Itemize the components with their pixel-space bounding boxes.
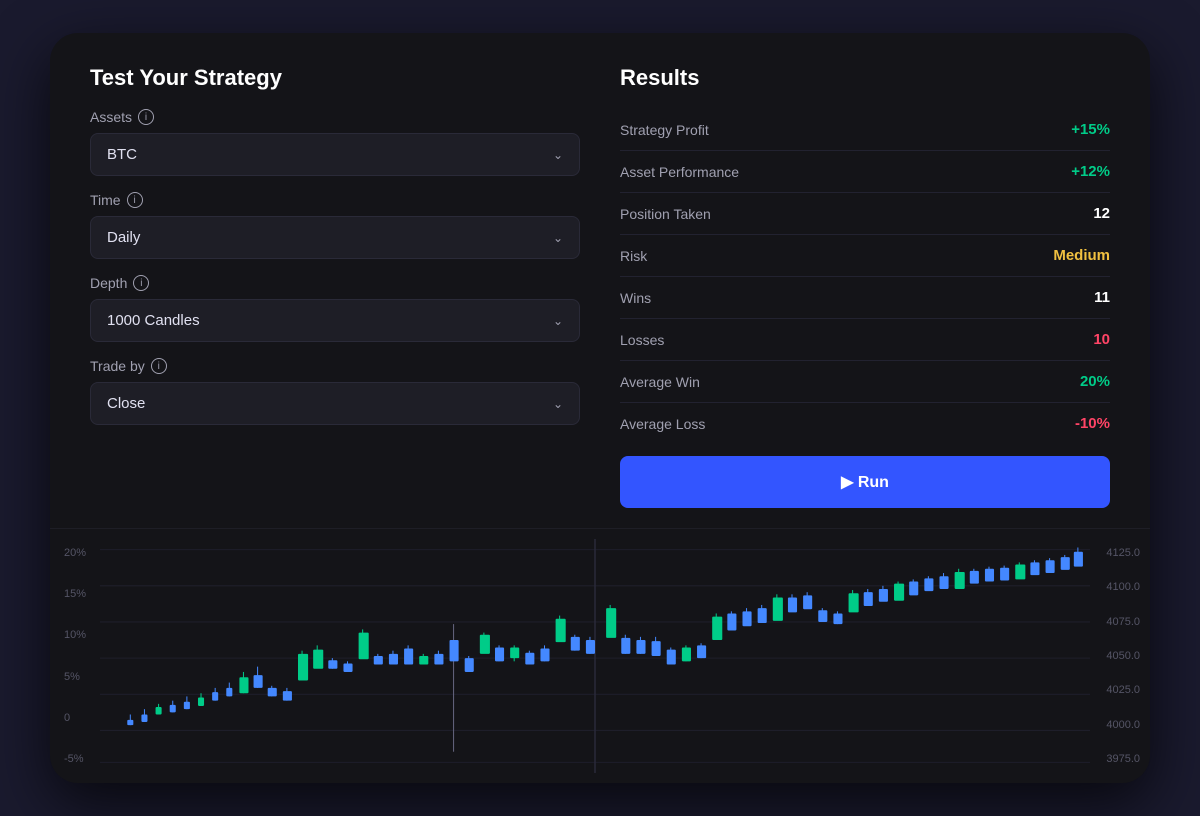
- main-content: Test Your Strategy Assets i BTC ⌄ Time: [50, 33, 1150, 783]
- result-row-risk: Risk Medium: [620, 235, 1110, 277]
- assets-dropdown-arrow: ⌄: [553, 148, 563, 162]
- y-label-20: 20%: [64, 547, 86, 559]
- average-loss-value: -10%: [1075, 415, 1110, 432]
- y-label-4100: 4100.0: [1106, 581, 1140, 593]
- time-field-group: Time i Daily ⌄: [90, 192, 580, 259]
- run-button[interactable]: ▶ Run: [620, 456, 1110, 508]
- chart-section: 20% 15% 10% 5% 0 -5% 4125.0 4100.0 4075.…: [50, 528, 1150, 783]
- depth-label: Depth i: [90, 275, 580, 291]
- result-row-strategy-profit: Strategy Profit +15%: [620, 109, 1110, 151]
- y-axis-right: 4125.0 4100.0 4075.0 4050.0 4025.0 4000.…: [1106, 539, 1140, 773]
- y-label-15: 15%: [64, 588, 86, 600]
- chart-svg: [100, 539, 1090, 773]
- right-panel: Results Strategy Profit +15% Asset Perfo…: [620, 65, 1110, 508]
- result-row-position-taken: Position Taken 12: [620, 193, 1110, 235]
- top-section: Test Your Strategy Assets i BTC ⌄ Time: [50, 33, 1150, 528]
- risk-value: Medium: [1053, 247, 1110, 264]
- time-dropdown-arrow: ⌄: [553, 231, 563, 245]
- assets-label: Assets i: [90, 109, 580, 125]
- wins-value: 11: [1094, 289, 1110, 306]
- y-label-neg5: -5%: [64, 753, 86, 765]
- time-dropdown[interactable]: Daily ⌄: [90, 216, 580, 259]
- time-info-icon[interactable]: i: [127, 192, 143, 208]
- y-label-4075: 4075.0: [1106, 616, 1140, 628]
- losses-label: Losses: [620, 332, 664, 348]
- time-label: Time i: [90, 192, 580, 208]
- tradeby-info-icon[interactable]: i: [151, 358, 167, 374]
- wins-label: Wins: [620, 290, 651, 306]
- chart-container: 20% 15% 10% 5% 0 -5% 4125.0 4100.0 4075.…: [50, 539, 1150, 773]
- y-label-4025: 4025.0: [1106, 684, 1140, 696]
- tradeby-dropdown[interactable]: Close ⌄: [90, 382, 580, 425]
- result-row-asset-performance: Asset Performance +12%: [620, 151, 1110, 193]
- strategy-profit-label: Strategy Profit: [620, 122, 709, 138]
- tradeby-label: Trade by i: [90, 358, 580, 374]
- risk-label: Risk: [620, 248, 647, 264]
- result-row-average-loss: Average Loss -10%: [620, 403, 1110, 444]
- assets-value: BTC: [107, 146, 137, 163]
- assets-dropdown[interactable]: BTC ⌄: [90, 133, 580, 176]
- y-label-10: 10%: [64, 629, 86, 641]
- candle-group: [127, 548, 1083, 752]
- result-row-wins: Wins 11: [620, 277, 1110, 319]
- strategy-profit-value: +15%: [1071, 121, 1110, 138]
- results-title: Results: [620, 65, 1110, 91]
- y-label-4125: 4125.0: [1106, 547, 1140, 559]
- device-frame: Test Your Strategy Assets i BTC ⌄ Time: [50, 33, 1150, 783]
- losses-value: 10: [1093, 331, 1110, 348]
- position-taken-value: 12: [1093, 205, 1110, 222]
- tradeby-dropdown-arrow: ⌄: [553, 397, 563, 411]
- y-axis-left: 20% 15% 10% 5% 0 -5%: [64, 539, 86, 773]
- result-row-average-win: Average Win 20%: [620, 361, 1110, 403]
- asset-performance-value: +12%: [1071, 163, 1110, 180]
- depth-info-icon[interactable]: i: [133, 275, 149, 291]
- depth-dropdown-arrow: ⌄: [553, 314, 563, 328]
- y-label-3975: 3975.0: [1106, 753, 1140, 765]
- y-label-4050: 4050.0: [1106, 650, 1140, 662]
- result-row-losses: Losses 10: [620, 319, 1110, 361]
- left-panel: Test Your Strategy Assets i BTC ⌄ Time: [90, 65, 580, 508]
- assets-info-icon[interactable]: i: [138, 109, 154, 125]
- y-label-4000: 4000.0: [1106, 719, 1140, 731]
- depth-value: 1000 Candles: [107, 312, 200, 329]
- chart-area: [100, 539, 1090, 773]
- y-label-5: 5%: [64, 671, 86, 683]
- time-value: Daily: [107, 229, 140, 246]
- average-loss-label: Average Loss: [620, 416, 705, 432]
- left-panel-title: Test Your Strategy: [90, 65, 580, 91]
- tradeby-field-group: Trade by i Close ⌄: [90, 358, 580, 425]
- y-label-0: 0: [64, 712, 86, 724]
- average-win-label: Average Win: [620, 374, 700, 390]
- depth-dropdown[interactable]: 1000 Candles ⌄: [90, 299, 580, 342]
- position-taken-label: Position Taken: [620, 206, 711, 222]
- depth-field-group: Depth i 1000 Candles ⌄: [90, 275, 580, 342]
- asset-performance-label: Asset Performance: [620, 164, 739, 180]
- average-win-value: 20%: [1080, 373, 1110, 390]
- tradeby-value: Close: [107, 395, 145, 412]
- assets-field-group: Assets i BTC ⌄: [90, 109, 580, 176]
